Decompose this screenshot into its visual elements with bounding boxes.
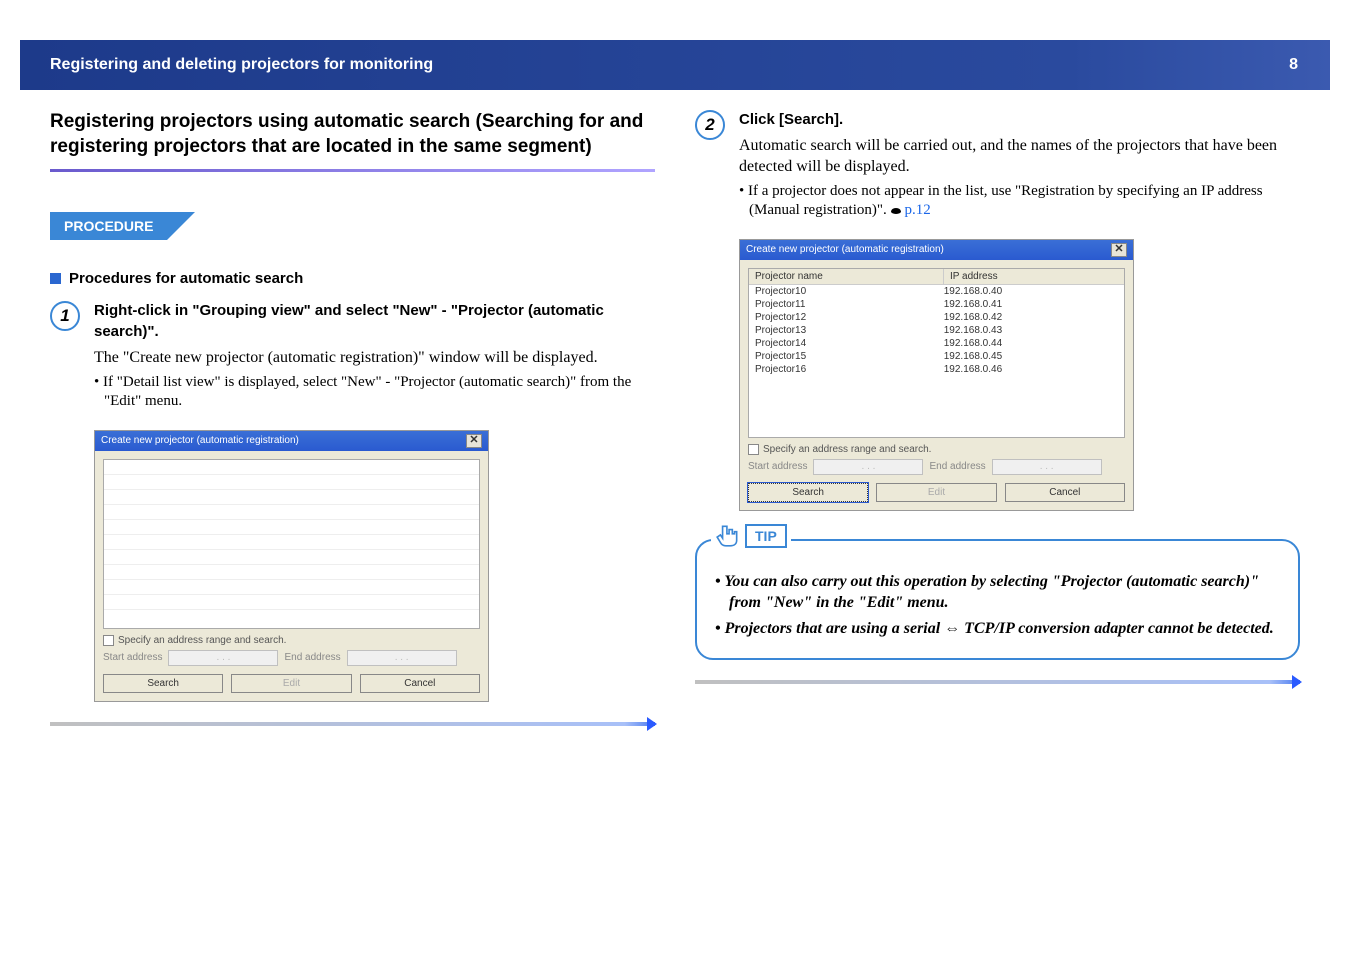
search-button-2[interactable]: Search <box>748 483 868 502</box>
dialog-buttons-2: Search Edit Cancel <box>748 483 1125 502</box>
content: Registering projectors using automatic s… <box>50 110 1300 726</box>
start-address-label: Start address <box>103 652 162 663</box>
edit-button-2[interactable]: Edit <box>876 483 996 502</box>
page-link-p12[interactable]: p.12 <box>905 202 931 218</box>
step-2: 2 Click [Search]. Automatic search will … <box>695 110 1300 511</box>
end-address-label-2: End address <box>929 461 985 472</box>
step-1-bullet: • If "Detail list view" is displayed, se… <box>94 373 655 412</box>
step-2-title: Click [Search]. <box>739 110 1300 130</box>
search-button[interactable]: Search <box>103 674 223 693</box>
dialog-empty: Create new projector (automatic registra… <box>94 430 489 702</box>
checkbox-row-2: Specify an address range and search. <box>748 444 1125 455</box>
table-row[interactable]: Projector14192.168.0.44 <box>749 337 1124 350</box>
address-range-checkbox[interactable] <box>103 635 114 646</box>
empty-rows <box>104 460 479 610</box>
step-2-body: Click [Search]. Automatic search will be… <box>739 110 1300 511</box>
address-row-2: Start address . . . End address . . . <box>748 459 1125 475</box>
cell-projector-name: Projector13 <box>755 325 944 336</box>
step-1-body: Right-click in "Grouping view" and selec… <box>94 301 655 701</box>
cell-ip-address: 192.168.0.45 <box>944 351 1118 362</box>
cell-ip-address: 192.168.0.43 <box>944 325 1118 336</box>
cell-projector-name: Projector15 <box>755 351 944 362</box>
heading-underline <box>50 169 655 172</box>
step-1-title: Right-click in "Grouping view" and selec… <box>94 301 655 342</box>
cell-projector-name: Projector14 <box>755 338 944 349</box>
address-row: Start address . . . End address . . . <box>103 650 480 666</box>
pointer-icon <box>891 206 905 216</box>
results-list-empty[interactable] <box>103 459 480 629</box>
column-continuation-arrow <box>50 722 655 726</box>
cell-ip-address: 192.168.0.44 <box>944 338 1118 349</box>
tip-item-2: • Projectors that are using a serial ⇔ T… <box>713 618 1282 640</box>
section-heading: Registering projectors using automatic s… <box>50 110 655 159</box>
sub-heading-text: Procedures for automatic search <box>69 270 303 287</box>
cell-projector-name: Projector11 <box>755 299 944 310</box>
cell-ip-address: 192.168.0.46 <box>944 364 1118 375</box>
header-bar: Registering and deleting projectors for … <box>20 40 1330 90</box>
procedure-tab: PROCEDURE <box>50 212 167 240</box>
tip-label: TIP <box>711 523 791 549</box>
right-column: 2 Click [Search]. Automatic search will … <box>695 110 1300 726</box>
dialog-titlebar-2: Create new projector (automatic registra… <box>740 240 1133 260</box>
cancel-button[interactable]: Cancel <box>360 674 480 693</box>
checkbox-row: Specify an address range and search. <box>103 635 480 646</box>
tip-badge: TIP <box>745 524 787 548</box>
step-number-1: 1 <box>50 301 80 331</box>
cell-ip-address: 192.168.0.40 <box>944 286 1118 297</box>
dialog-results: Create new projector (automatic registra… <box>739 239 1134 511</box>
dialog-title-2: Create new projector (automatic registra… <box>746 244 944 255</box>
dialog-title: Create new projector (automatic registra… <box>101 435 299 446</box>
sub-heading: Procedures for automatic search <box>50 270 655 287</box>
dialog-titlebar: Create new projector (automatic registra… <box>95 431 488 451</box>
column-ip-address[interactable]: IP address <box>944 269 1124 284</box>
table-row[interactable]: Projector13192.168.0.43 <box>749 324 1124 337</box>
cell-ip-address: 192.168.0.41 <box>944 299 1118 310</box>
close-icon[interactable]: ✕ <box>466 434 482 448</box>
table-row[interactable]: Projector15192.168.0.45 <box>749 350 1124 363</box>
dialog-body: Specify an address range and search. Sta… <box>95 451 488 701</box>
table-row[interactable]: Projector10192.168.0.40 <box>749 285 1124 298</box>
header-title: Registering and deleting projectors for … <box>50 56 433 74</box>
bullet-square-icon <box>50 273 61 284</box>
step-2-text: Automatic search will be carried out, an… <box>739 136 1300 178</box>
tip-item-1: • You can also carry out this operation … <box>713 571 1282 614</box>
end-address-label: End address <box>284 652 340 663</box>
step-2-bullet: • If a projector does not appear in the … <box>739 182 1300 221</box>
cell-projector-name: Projector16 <box>755 364 944 375</box>
start-address-input[interactable]: . . . <box>168 650 278 666</box>
tip-hand-icon <box>715 523 741 549</box>
step-1: 1 Right-click in "Grouping view" and sel… <box>50 301 655 701</box>
start-address-label-2: Start address <box>748 461 807 472</box>
step-1-text: The "Create new projector (automatic reg… <box>94 348 655 369</box>
left-column: Registering projectors using automatic s… <box>50 110 655 726</box>
dialog-body-2: Projector name IP address Projector10192… <box>740 260 1133 510</box>
end-address-input-2[interactable]: . . . <box>992 459 1102 475</box>
end-address-input[interactable]: . . . <box>347 650 457 666</box>
address-range-checkbox-2[interactable] <box>748 444 759 455</box>
close-icon-2[interactable]: ✕ <box>1111 243 1127 257</box>
tip-box: TIP • You can also carry out this operat… <box>695 539 1300 660</box>
table-row[interactable]: Projector12192.168.0.42 <box>749 311 1124 324</box>
step-number-2: 2 <box>695 110 725 140</box>
table-row[interactable]: Projector11192.168.0.41 <box>749 298 1124 311</box>
column-continuation-arrow-2 <box>695 680 1300 684</box>
procedure-label: PROCEDURE <box>50 212 167 240</box>
column-projector-name[interactable]: Projector name <box>749 269 944 284</box>
results-list[interactable]: Projector name IP address Projector10192… <box>748 268 1125 438</box>
results-header: Projector name IP address <box>749 269 1124 285</box>
page-number: 8 <box>1289 56 1298 74</box>
step-2-bullet-text: • If a projector does not appear in the … <box>739 183 1263 219</box>
cell-projector-name: Projector12 <box>755 312 944 323</box>
cell-ip-address: 192.168.0.42 <box>944 312 1118 323</box>
checkbox-label-2: Specify an address range and search. <box>763 444 931 455</box>
table-row[interactable]: Projector16192.168.0.46 <box>749 363 1124 376</box>
start-address-input-2[interactable]: . . . <box>813 459 923 475</box>
checkbox-label: Specify an address range and search. <box>118 635 286 646</box>
dialog-buttons: Search Edit Cancel <box>103 674 480 693</box>
results-rows: Projector10192.168.0.40Projector11192.16… <box>749 285 1124 376</box>
edit-button[interactable]: Edit <box>231 674 351 693</box>
cancel-button-2[interactable]: Cancel <box>1005 483 1125 502</box>
cell-projector-name: Projector10 <box>755 286 944 297</box>
